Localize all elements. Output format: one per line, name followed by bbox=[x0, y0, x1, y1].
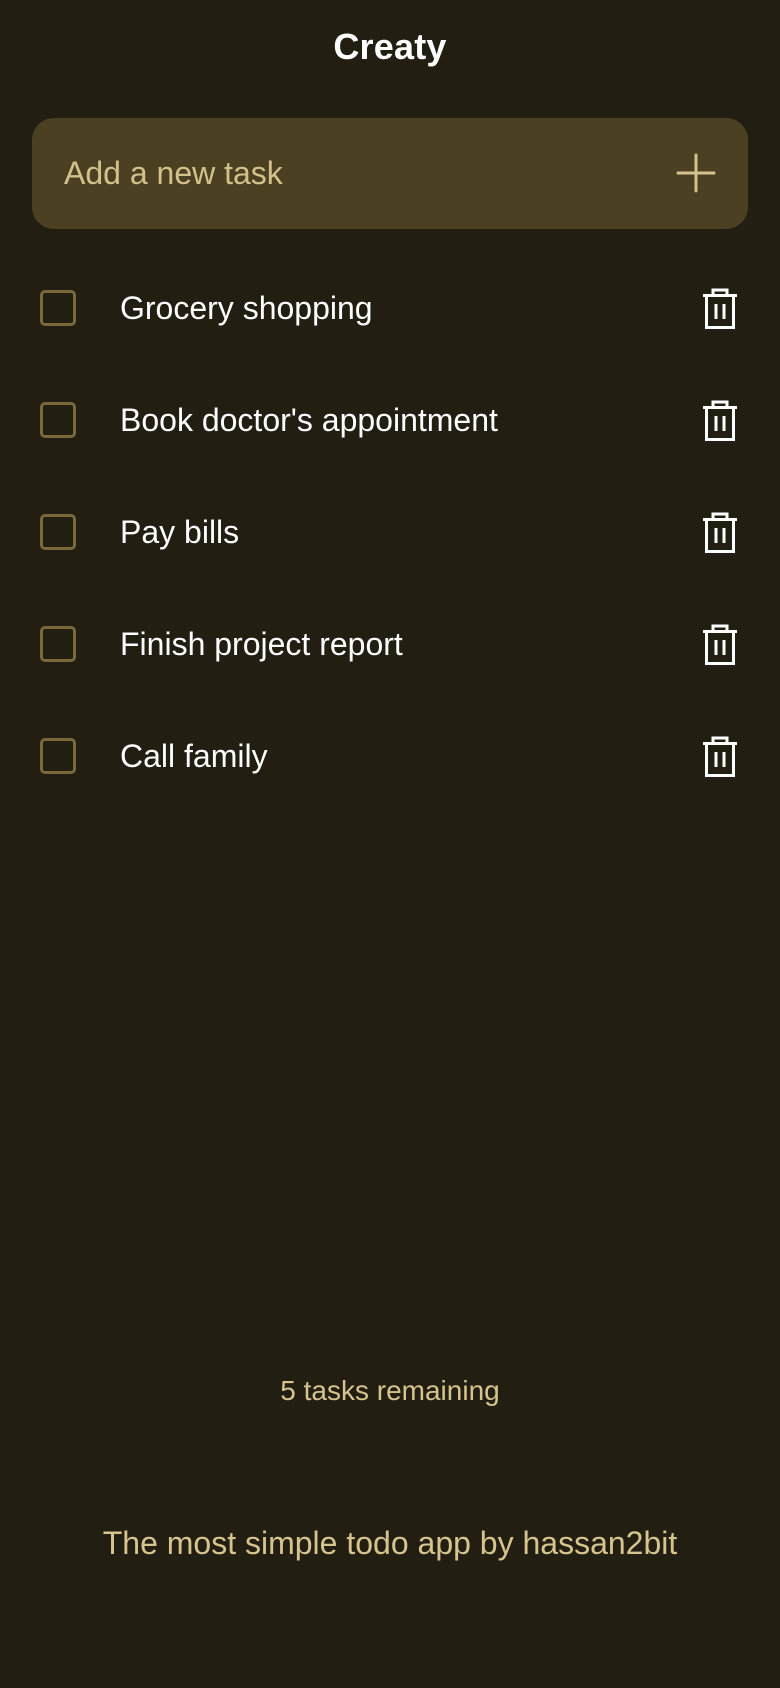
task-checkbox[interactable] bbox=[40, 290, 76, 326]
task-row: Call family bbox=[0, 702, 780, 814]
task-label: Call family bbox=[120, 738, 268, 774]
trash-icon bbox=[703, 624, 737, 665]
task-label: Grocery shopping bbox=[120, 290, 373, 326]
trash-icon bbox=[703, 512, 737, 553]
delete-task-button[interactable] bbox=[702, 624, 738, 666]
task-label: Finish project report bbox=[120, 626, 403, 662]
new-task-bar bbox=[32, 118, 748, 229]
task-label: Pay bills bbox=[120, 514, 240, 550]
delete-task-button[interactable] bbox=[702, 736, 738, 778]
task-row: Grocery shopping bbox=[0, 254, 780, 366]
footer-credit: The most simple todo app by hassan2bit bbox=[102, 1525, 678, 1561]
add-task-button[interactable] bbox=[674, 151, 718, 195]
task-checkbox[interactable] bbox=[40, 738, 76, 774]
task-row: Book doctor's appointment bbox=[0, 366, 780, 478]
new-task-input[interactable] bbox=[64, 118, 624, 229]
trash-icon bbox=[703, 288, 737, 329]
task-checkbox[interactable] bbox=[40, 402, 76, 438]
delete-task-button[interactable] bbox=[702, 512, 738, 554]
tasks-remaining-counter: 5 tasks remaining bbox=[280, 1375, 500, 1406]
task-checkbox[interactable] bbox=[40, 626, 76, 662]
task-list: Grocery shopping Book doctor's appointme… bbox=[0, 254, 780, 814]
delete-task-button[interactable] bbox=[702, 288, 738, 330]
trash-icon bbox=[703, 736, 737, 777]
task-label: Book doctor's appointment bbox=[120, 402, 498, 438]
task-checkbox[interactable] bbox=[40, 514, 76, 550]
delete-task-button[interactable] bbox=[702, 400, 738, 442]
plus-icon bbox=[676, 153, 716, 193]
task-row: Finish project report bbox=[0, 590, 780, 702]
task-row: Pay bills bbox=[0, 478, 780, 590]
trash-icon bbox=[703, 400, 737, 441]
app-title: Creaty bbox=[333, 26, 447, 67]
